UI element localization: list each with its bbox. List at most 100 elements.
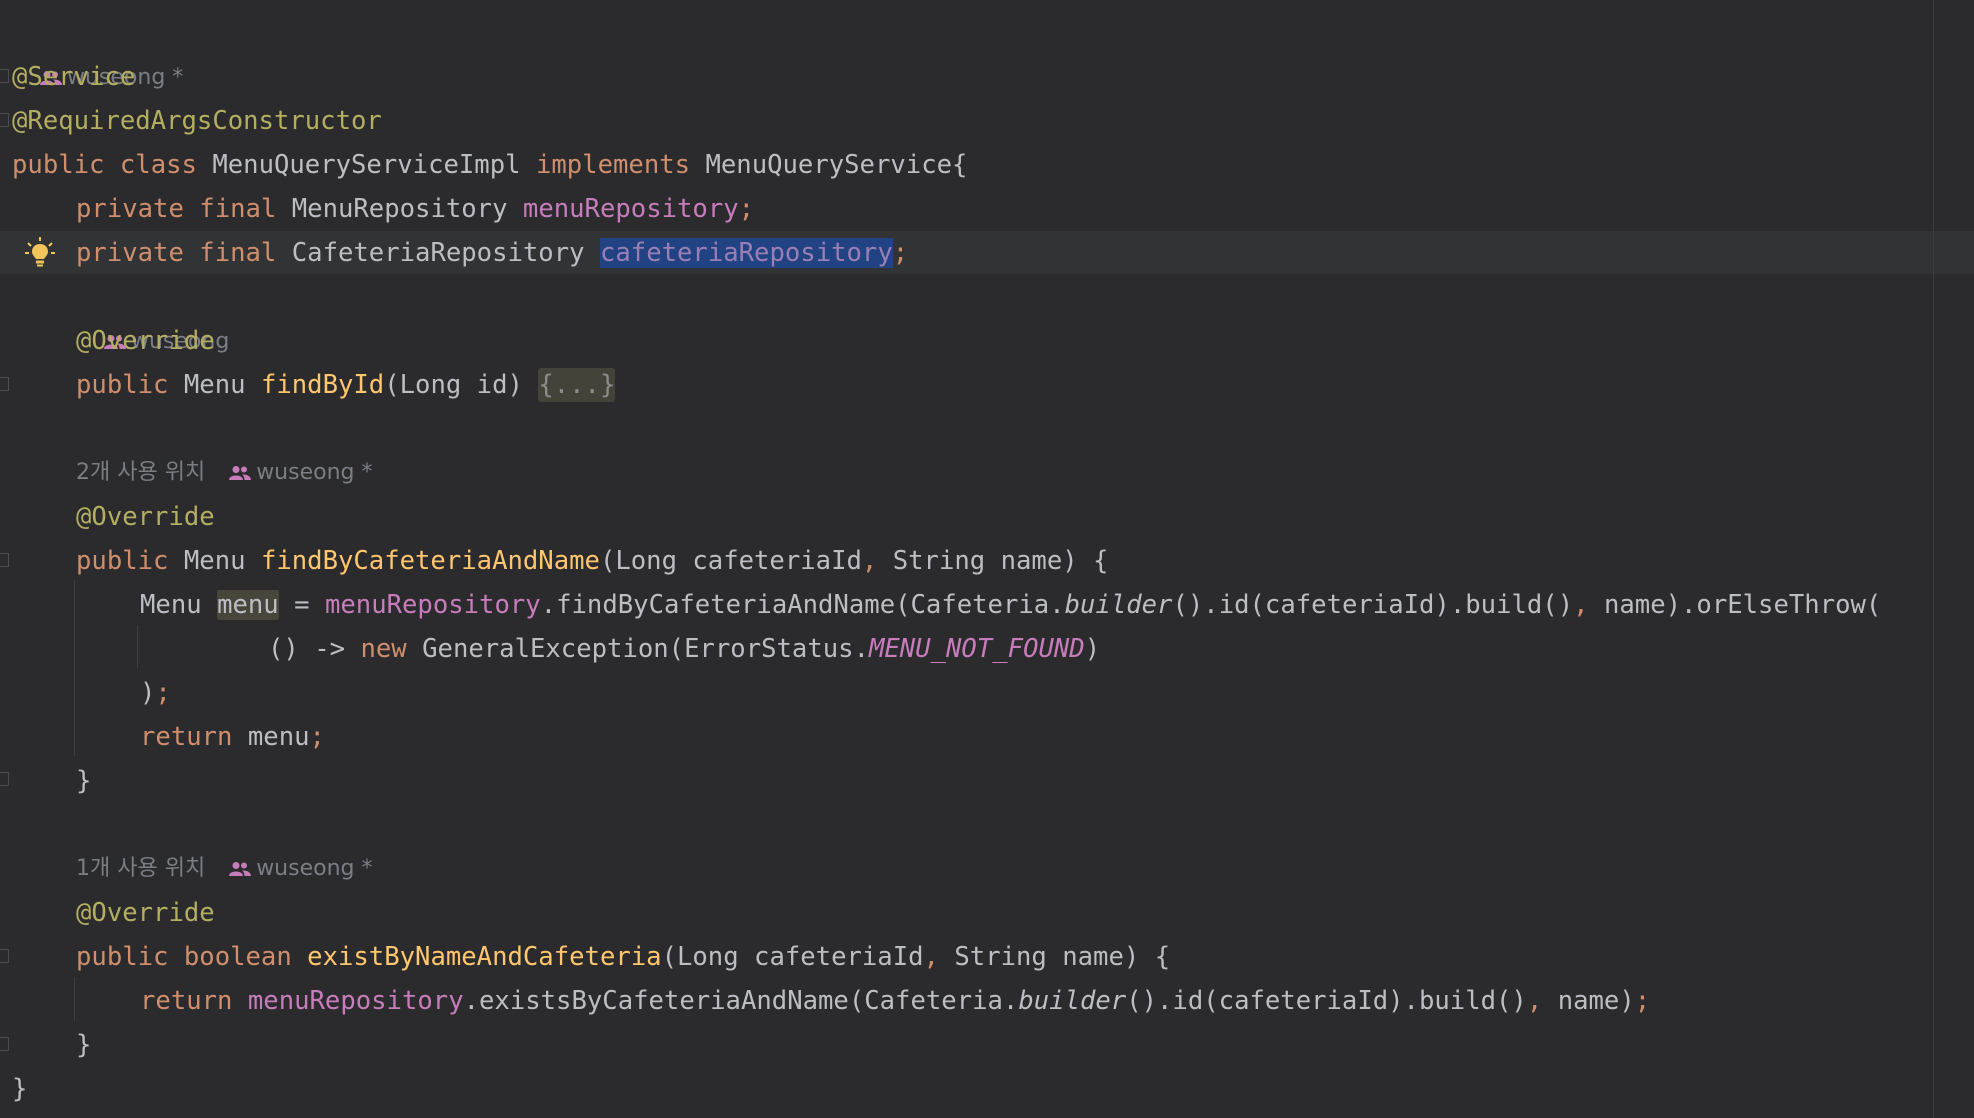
semicolon: ; bbox=[738, 194, 755, 224]
code-line: @Override bbox=[76, 891, 215, 935]
method-name: findById bbox=[260, 370, 385, 400]
field-name: menuRepository bbox=[247, 986, 464, 1016]
brace: } bbox=[12, 1074, 28, 1104]
interface-name: MenuQueryService{ bbox=[705, 150, 968, 180]
people-icon bbox=[229, 862, 252, 876]
call-chain: ().id(cafeteriaId).build() bbox=[1172, 590, 1574, 620]
usages-link[interactable]: 1개 사용 위치 bbox=[76, 856, 205, 881]
keyword: public bbox=[12, 150, 105, 180]
method-params: String name) { bbox=[954, 942, 1171, 972]
keyword: return bbox=[140, 722, 233, 752]
selected-field-name[interactable]: cafeteriaRepository bbox=[599, 238, 893, 268]
fold-marker[interactable] bbox=[0, 553, 9, 567]
people-icon bbox=[229, 466, 252, 480]
folded-body[interactable]: {...} bbox=[538, 368, 616, 402]
keyword: public bbox=[76, 546, 169, 576]
author-hint[interactable]: wuseong bbox=[76, 276, 229, 354]
keyword: class bbox=[119, 150, 197, 180]
keyword: boolean bbox=[183, 942, 292, 972]
fold-marker[interactable] bbox=[0, 69, 9, 83]
method-params: (Long id) bbox=[384, 370, 523, 400]
paren: ) bbox=[140, 678, 156, 708]
usage-hint[interactable]: 1개 사용 위치 wuseong * bbox=[76, 847, 372, 891]
method-params: String name) { bbox=[892, 546, 1109, 576]
comma: , bbox=[1573, 590, 1589, 620]
indent-guide bbox=[74, 580, 75, 756]
type-name: Menu bbox=[183, 546, 246, 576]
keyword: implements bbox=[535, 150, 691, 180]
code-line: @Override bbox=[76, 495, 215, 539]
variable: menu bbox=[247, 722, 310, 752]
author-hint[interactable]: wuseong * bbox=[12, 12, 183, 90]
code-line: Menu menu = menuRepository.findByCafeter… bbox=[140, 583, 1881, 627]
keyword: public bbox=[76, 370, 169, 400]
code-line: return menuRepository.existsByCafeteriaA… bbox=[140, 979, 1650, 1023]
semicolon: ; bbox=[1634, 986, 1651, 1016]
fold-marker[interactable] bbox=[0, 113, 9, 127]
call-chain: GeneralException(ErrorStatus. bbox=[422, 634, 869, 664]
call-chain: .existsByCafeteriaAndName(Cafeteria. bbox=[463, 986, 1019, 1016]
indent-guide bbox=[74, 977, 75, 1021]
comma: , bbox=[861, 546, 878, 576]
type-name: Menu bbox=[140, 590, 202, 620]
call-chain: ().id(cafeteriaId).build() bbox=[1126, 986, 1527, 1016]
lambda: () -> bbox=[268, 634, 346, 664]
keyword: public bbox=[76, 942, 169, 972]
code-line: public class MenuQueryServiceImpl implem… bbox=[12, 143, 967, 187]
brace: } bbox=[76, 766, 92, 796]
type-name: CafeteriaRepository bbox=[291, 238, 585, 268]
constant: MENU_NOT_FOUND bbox=[868, 634, 1085, 664]
code-editor[interactable]: wuseong * @Service @RequiredArgsConstruc… bbox=[0, 0, 1974, 1118]
code-line: private final MenuRepository menuReposit… bbox=[76, 187, 754, 231]
annotation: @Override bbox=[76, 502, 215, 532]
operator: = bbox=[294, 590, 310, 620]
class-name: MenuQueryServiceImpl bbox=[212, 150, 521, 180]
code-line: public Menu findById(Long id) {...} bbox=[76, 363, 616, 407]
code-line: @RequiredArgsConstructor bbox=[12, 99, 382, 143]
keyword: final bbox=[199, 238, 277, 268]
lightbulb-icon[interactable] bbox=[24, 236, 56, 268]
code-line: () -> new GeneralException(ErrorStatus.M… bbox=[268, 627, 1100, 671]
annotation: @Service bbox=[12, 62, 136, 92]
method-name: findByCafeteriaAndName bbox=[260, 546, 600, 576]
fold-marker[interactable] bbox=[0, 772, 9, 786]
code-line: } bbox=[76, 759, 91, 803]
keyword: private bbox=[76, 194, 184, 224]
comma: , bbox=[1526, 986, 1543, 1016]
annotation: @Override bbox=[76, 898, 215, 928]
right-margin-guide bbox=[1933, 0, 1934, 1118]
author-name: wuseong * bbox=[256, 460, 373, 485]
fold-marker[interactable] bbox=[0, 949, 9, 963]
code-line: public boolean existByNameAndCafeteria(L… bbox=[76, 935, 1170, 979]
code-line: @Service bbox=[12, 55, 135, 99]
code-line: ); bbox=[140, 671, 171, 715]
field-name: menuRepository bbox=[324, 590, 541, 620]
comma: , bbox=[923, 942, 939, 972]
usage-hint[interactable]: 2개 사용 위치 wuseong * bbox=[76, 451, 372, 495]
indent-guide bbox=[137, 625, 138, 668]
fold-marker[interactable] bbox=[0, 377, 9, 391]
keyword: final bbox=[199, 194, 277, 224]
field-name: menuRepository bbox=[522, 194, 739, 224]
annotation: @RequiredArgsConstructor bbox=[12, 106, 382, 136]
code-line: return menu; bbox=[140, 715, 325, 759]
semicolon: ; bbox=[155, 678, 171, 708]
call-chain: name).orElseThrow( bbox=[1603, 590, 1882, 620]
code-line-current: private final CafeteriaRepository cafete… bbox=[76, 231, 908, 275]
method-params: (Long cafeteriaId bbox=[599, 546, 862, 576]
semicolon: ; bbox=[309, 722, 325, 752]
code-line: } bbox=[12, 1067, 27, 1111]
type-name: MenuRepository bbox=[291, 194, 508, 224]
static-call: builder bbox=[1018, 986, 1127, 1016]
fold-marker[interactable] bbox=[0, 1037, 9, 1051]
static-call: builder bbox=[1064, 590, 1173, 620]
code-line: } bbox=[76, 1023, 91, 1067]
code-line: public Menu findByCafeteriaAndName(Long … bbox=[76, 539, 1108, 583]
method-name: existByNameAndCafeteria bbox=[307, 942, 662, 972]
keyword: return bbox=[140, 986, 233, 1016]
call-chain: name) bbox=[1557, 986, 1635, 1016]
keyword: private bbox=[76, 238, 184, 268]
usages-link[interactable]: 2개 사용 위치 bbox=[76, 460, 205, 485]
annotation: @Override bbox=[76, 326, 215, 356]
brace: } bbox=[76, 1030, 92, 1060]
